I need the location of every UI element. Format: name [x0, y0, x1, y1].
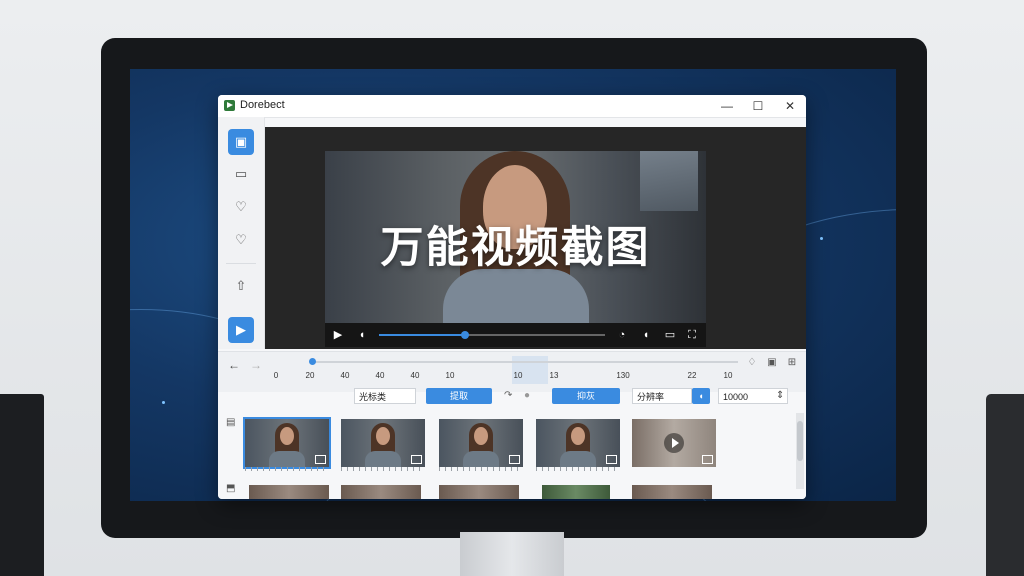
- progress-bar[interactable]: [379, 331, 605, 339]
- thumbnail-body: [365, 451, 401, 467]
- snapshot-icon[interactable]: ▣: [766, 357, 778, 369]
- marker-icon[interactable]: ♢: [746, 357, 758, 369]
- timeline-tick: 40: [340, 371, 350, 380]
- timeline-handle[interactable]: [309, 358, 316, 365]
- thumbnail-face: [474, 427, 488, 445]
- video-overlay-title: 万能视频截图: [380, 223, 651, 273]
- thumbnail-badge-icon: [411, 455, 422, 464]
- back-arrow-icon[interactable]: ←: [228, 358, 240, 372]
- audio-toggle-icon[interactable]: ◖: [692, 388, 710, 404]
- timeline-tick: 10: [723, 371, 733, 380]
- volume-icon[interactable]: ◖: [355, 327, 369, 343]
- export-tool-icon[interactable]: ⇧: [228, 273, 254, 299]
- timeline-tick: 0: [273, 371, 279, 380]
- extract-button[interactable]: 提取: [426, 388, 492, 404]
- timeline-tick: 40: [410, 371, 420, 380]
- video-frame[interactable]: 万能视频截图: [325, 151, 706, 323]
- thumbnail-scrollbar[interactable]: [796, 413, 804, 489]
- sound-icon[interactable]: ◔: [615, 327, 629, 343]
- thumbnail-item[interactable]: [341, 485, 421, 499]
- fullscreen-icon[interactable]: ⛶: [685, 327, 699, 343]
- images-row-icon: ⬒: [226, 483, 236, 494]
- sidebar-divider: [226, 263, 256, 264]
- play-tool-icon[interactable]: ▶: [228, 317, 254, 343]
- frames-row-icon: ▤: [226, 417, 236, 428]
- timeline-tick: 10: [445, 371, 455, 380]
- timeline-tick: 40: [375, 371, 385, 380]
- maximize-button[interactable]: ☐: [745, 97, 771, 115]
- thumbnail-item[interactable]: [632, 485, 712, 499]
- wallpaper-dot: [820, 237, 823, 240]
- filmstrip-ticks: [341, 467, 425, 471]
- filmstrip-ticks: [439, 467, 523, 471]
- comment-tool-icon[interactable]: ▭: [228, 161, 254, 187]
- grid-icon[interactable]: ⊞: [786, 357, 798, 369]
- gray-button[interactable]: 抑灰: [552, 388, 620, 404]
- thumbnail-badge-icon: [606, 455, 617, 464]
- image-tool-icon[interactable]: ▣: [228, 129, 254, 155]
- app-logo-icon: [224, 100, 235, 111]
- thumbnail-item[interactable]: [341, 419, 425, 467]
- app-window: Dorebect — ☐ ✕ ▣ ▭ ♡ ♡ ⇧ ▶ 万能视频截图 ▶ ◖ ◔: [218, 95, 806, 499]
- thumbnail-face: [571, 427, 585, 445]
- thumbnail-face: [376, 427, 390, 445]
- play-button[interactable]: ▶: [331, 327, 345, 343]
- thumbnail-body: [463, 451, 499, 467]
- timeline-tick: 130: [616, 371, 630, 380]
- timeline-tick: 20: [305, 371, 315, 380]
- thumbnail-strip: ▤ ⬒: [218, 411, 806, 499]
- stepper-icon[interactable]: ⇕: [776, 388, 784, 404]
- cursor-type-field[interactable]: 光标类: [354, 388, 416, 404]
- thumbnail-item[interactable]: [439, 419, 523, 467]
- thumbnail-item[interactable]: [439, 485, 519, 499]
- thumbnail-item[interactable]: [632, 419, 716, 467]
- record-icon[interactable]: ●: [524, 388, 530, 404]
- thumbnail-badge-icon: [509, 455, 520, 464]
- favorite-tool-icon[interactable]: ♡: [228, 227, 254, 253]
- close-button[interactable]: ✕: [777, 97, 803, 115]
- video-player: 万能视频截图 ▶ ◖ ◔ ◖ ▭ ⛶: [265, 127, 806, 349]
- thumbnail-body: [269, 451, 305, 467]
- sidebar: ▣ ▭ ♡ ♡ ⇧ ▶: [218, 117, 265, 349]
- thumbnail-badge-icon: [702, 455, 713, 464]
- timeline-tick: 13: [549, 371, 559, 380]
- video-background: [640, 151, 698, 211]
- timeline-tick: 10: [513, 371, 523, 380]
- title-bar: Dorebect — ☐ ✕: [218, 95, 806, 118]
- scrollbar-thumb[interactable]: [797, 421, 803, 461]
- timeline-tick: 22: [687, 371, 697, 380]
- thumbnail-body: [560, 451, 596, 467]
- thumbnail-item[interactable]: [536, 419, 620, 467]
- audio-icon[interactable]: ◖: [639, 327, 653, 343]
- right-speaker: [986, 394, 1024, 576]
- thumbnail-face: [280, 427, 294, 445]
- filmstrip-ticks: [245, 467, 329, 471]
- minimize-button[interactable]: —: [714, 97, 740, 115]
- filmstrip-ticks: [536, 467, 620, 471]
- monitor-stand: [460, 532, 564, 576]
- redo-icon[interactable]: ↷: [504, 388, 512, 404]
- thumbnail-item[interactable]: [542, 485, 610, 499]
- thumbnail-item[interactable]: [243, 417, 331, 469]
- video-person-body: [443, 269, 589, 323]
- thumbnail-badge-icon: [315, 455, 326, 464]
- capture-toolbar: 光标类 提取 ↷ ● 抑灰 分辨率 ◖ 10000 ⇕: [218, 385, 806, 409]
- resolution-select[interactable]: 分辨率: [632, 388, 692, 404]
- player-controls: ▶ ◖ ◔ ◖ ▭ ⛶: [325, 323, 706, 347]
- timeline-track[interactable]: [309, 358, 738, 365]
- tag-tool-icon[interactable]: ♡: [228, 194, 254, 220]
- forward-arrow-icon[interactable]: →: [250, 358, 262, 372]
- wallpaper-dot: [162, 401, 165, 404]
- thumbnail-play-icon[interactable]: [664, 433, 684, 453]
- left-speaker: [0, 394, 44, 576]
- progress-fill: [379, 334, 465, 336]
- app-title: Dorebect: [240, 99, 285, 111]
- captions-icon[interactable]: ▭: [663, 327, 677, 343]
- thumbnail-item[interactable]: [249, 485, 329, 499]
- progress-handle[interactable]: [460, 331, 469, 339]
